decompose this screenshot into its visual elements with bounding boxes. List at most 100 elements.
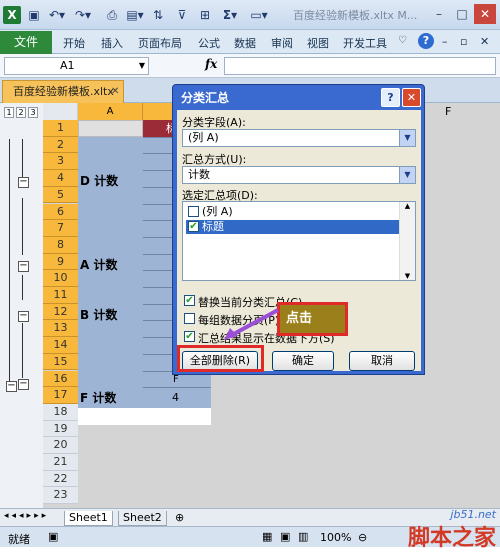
tab-view[interactable]: 视图 [307, 35, 329, 51]
fx-icon[interactable]: fx [205, 57, 217, 71]
zoom-level[interactable]: 100% [320, 531, 351, 544]
checkbox-checked[interactable]: ✔ [184, 295, 195, 306]
column-header-f[interactable]: F [445, 105, 451, 118]
row-header[interactable]: 1 [43, 120, 78, 137]
ribbon-collapse-icon[interactable]: ♡ [398, 35, 407, 46]
row-header[interactable]: 11 [43, 287, 78, 304]
tab-formulas[interactable]: 公式 [198, 35, 220, 51]
filter-icon[interactable]: ⊽ [174, 6, 190, 24]
row-header[interactable]: 17 [43, 387, 78, 404]
row-header[interactable]: 7 [43, 220, 78, 237]
chevron-down-icon[interactable]: ▼ [400, 272, 415, 280]
row-header[interactable]: 18 [43, 403, 78, 421]
row-18-cells[interactable] [78, 408, 211, 425]
row-header[interactable]: 8 [43, 236, 78, 254]
close-button[interactable]: ✕ [474, 4, 496, 24]
checkbox[interactable] [184, 313, 195, 324]
chevron-down-icon[interactable]: ▼ [399, 167, 415, 183]
row-header[interactable]: 16 [43, 370, 78, 388]
row-header[interactable]: 15 [43, 353, 78, 371]
undo-icon[interactable]: ↶▾ [46, 6, 68, 24]
checkbox-checked[interactable]: ✔ [188, 221, 199, 232]
name-box[interactable]: A1 ▼ [4, 57, 149, 75]
tab-review[interactable]: 审阅 [271, 35, 293, 51]
sort-icon[interactable]: ⇅ [150, 6, 166, 24]
page-break-view-icon[interactable]: ▥ [298, 530, 308, 543]
checkbox-checked[interactable]: ✔ [184, 331, 195, 342]
normal-view-icon[interactable]: ▦ [262, 530, 272, 543]
row-header[interactable]: 13 [43, 320, 78, 338]
tab-data[interactable]: 数据 [234, 35, 256, 51]
row-header[interactable]: 3 [43, 153, 78, 171]
column-header-a[interactable]: A [78, 103, 143, 120]
row-header[interactable]: 4 [43, 170, 78, 187]
list-item[interactable]: (列 A) [186, 205, 401, 219]
sum-icon[interactable]: Σ▾ [219, 6, 241, 24]
checkbox[interactable] [188, 206, 199, 217]
row-header[interactable]: 6 [43, 203, 78, 221]
help-icon[interactable]: ? [381, 88, 400, 107]
sheet-tab-2[interactable]: Sheet2 [118, 511, 167, 526]
ok-button[interactable]: 确定 [272, 351, 334, 371]
outline-bracket [22, 198, 23, 255]
minimize-button[interactable]: – [428, 4, 450, 24]
outline-level-2[interactable]: 2 [16, 107, 26, 118]
row-header[interactable]: 20 [43, 437, 78, 454]
collapse-icon[interactable]: − [18, 177, 29, 188]
sheet-tab-1[interactable]: Sheet1 [64, 511, 113, 526]
collapse-icon[interactable]: − [6, 381, 17, 392]
print-preview-icon[interactable]: ⎙ [104, 6, 120, 24]
format-icon[interactable]: ▤▾ [124, 6, 146, 24]
row-header[interactable]: 14 [43, 337, 78, 354]
tab-developer[interactable]: 开发工具 [343, 35, 387, 51]
zoom-out-icon[interactable]: ⊖ [358, 531, 367, 544]
subtotal-items-list[interactable]: (列 A) ✔ 标题 ▲ ▼ [182, 201, 416, 281]
cell-a1[interactable] [78, 120, 143, 137]
select-all-corner[interactable] [43, 103, 78, 120]
help-icon[interactable]: ? [418, 33, 434, 49]
redo-icon[interactable]: ↷▾ [72, 6, 94, 24]
row-header[interactable]: 12 [43, 303, 78, 321]
cancel-button[interactable]: 取消 [349, 351, 415, 371]
page-layout-view-icon[interactable]: ▣ [280, 530, 290, 543]
row-header[interactable]: 23 [43, 487, 78, 505]
chevron-up-icon[interactable]: ▲ [400, 202, 415, 210]
row-header[interactable]: 5 [43, 186, 78, 204]
row-header[interactable]: 9 [43, 253, 78, 271]
tab-file[interactable]: 文件 [0, 31, 52, 54]
row-header[interactable]: 19 [43, 420, 78, 438]
group-by-select[interactable]: (列 A) ▼ [182, 129, 416, 147]
doc-restore-icon[interactable]: ▫ [460, 35, 467, 48]
doc-close-icon[interactable]: ✕ [480, 35, 489, 48]
chevron-down-icon[interactable]: ▼ [399, 130, 415, 146]
row-header[interactable]: 2 [43, 136, 78, 154]
doc-minimize-icon[interactable]: – [442, 35, 448, 48]
chevron-down-icon[interactable]: ▼ [139, 58, 145, 74]
close-icon[interactable]: ✕ [402, 88, 421, 107]
formula-input[interactable] [224, 57, 496, 75]
sheet-nav-icon[interactable]: ◂◂◂▸▸▸ [4, 511, 49, 521]
tab-insert[interactable]: 插入 [101, 35, 123, 51]
collapse-icon[interactable]: − [18, 311, 29, 322]
collapse-icon[interactable]: − [18, 379, 29, 390]
list-item[interactable]: ✔ 标题 [186, 220, 401, 234]
customize-icon[interactable]: ▭▾ [248, 6, 270, 24]
macro-record-icon[interactable]: ▣ [48, 530, 58, 543]
row-header[interactable]: 10 [43, 270, 78, 287]
restore-button[interactable]: □ [451, 4, 473, 24]
new-sheet-icon[interactable]: ⊕ [175, 511, 184, 524]
outline-level-3[interactable]: 3 [28, 107, 38, 118]
tab-page-layout[interactable]: 页面布局 [138, 35, 182, 51]
border-icon[interactable]: ⊞ [197, 6, 213, 24]
outline-level-1[interactable]: 1 [4, 107, 14, 118]
watermark: jb51.net 脚本之家 [398, 508, 500, 551]
function-select[interactable]: 计数 ▼ [182, 166, 416, 184]
tab-home[interactable]: 开始 [63, 35, 85, 51]
collapse-icon[interactable]: − [18, 261, 29, 272]
row-header[interactable]: 21 [43, 454, 78, 471]
scrollbar[interactable]: ▲ ▼ [399, 202, 415, 280]
close-icon[interactable]: ✕ [111, 81, 119, 102]
row-header[interactable]: 22 [43, 470, 78, 488]
document-tab[interactable]: 百度经验新模板.xltx ✕ [2, 80, 124, 103]
save-icon[interactable]: ▣ [26, 6, 42, 24]
